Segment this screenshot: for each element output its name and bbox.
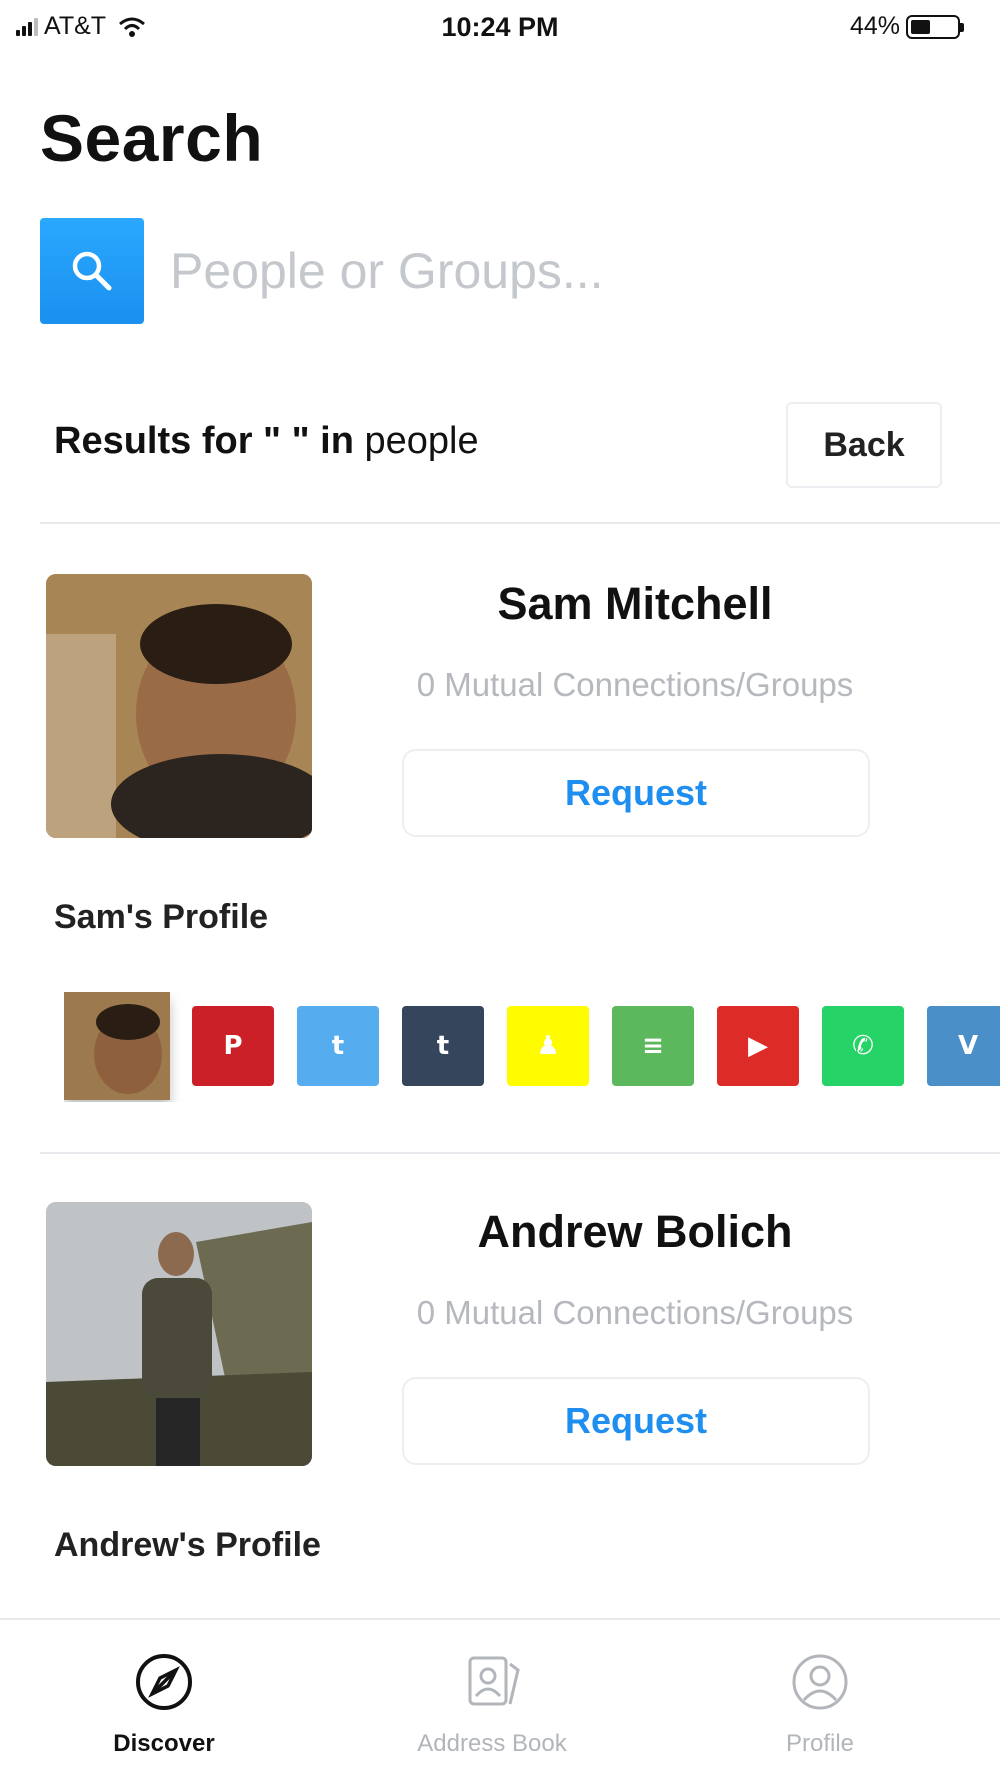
tab-label: Profile <box>785 1730 855 1757</box>
tab-discover[interactable]: Discover <box>44 1630 284 1770</box>
battery-percent: 44% <box>849 12 900 40</box>
mutual-count: 0 Mutual Connections/Groups <box>416 1294 854 1331</box>
avatar-photo <box>46 1202 312 1466</box>
profile-label[interactable]: Sam's Profile <box>54 898 268 937</box>
person-name: Andrew Bolich <box>477 1206 793 1257</box>
compass-icon <box>136 1654 192 1710</box>
tab-label: Discover <box>113 1730 215 1757</box>
profile-label[interactable]: Andrew's Profile <box>54 1526 321 1565</box>
messages-icon[interactable]: ≡ <box>612 1006 694 1086</box>
search-button[interactable] <box>40 218 144 324</box>
phone-icon[interactable]: ✆ <box>822 1006 904 1086</box>
profile-thumbnail[interactable] <box>64 992 170 1100</box>
pinterest-icon[interactable]: P <box>192 1006 274 1086</box>
youtube-icon[interactable]: ▶ <box>717 1006 799 1086</box>
results-prefix: Results for " " in <box>54 420 354 462</box>
person-name: Sam Mitchell <box>497 578 773 629</box>
results-header: Results for " " in people <box>54 420 479 463</box>
bottom-nav: Discover Address Book Profile <box>0 1618 1000 1778</box>
page-title: Search <box>40 101 264 175</box>
request-button[interactable]: Request <box>402 749 870 837</box>
avatar[interactable] <box>46 1202 312 1466</box>
divider <box>40 522 1000 524</box>
search-bar <box>40 218 960 324</box>
battery-icon <box>906 14 964 39</box>
avatar[interactable] <box>46 574 312 838</box>
vimeo-icon[interactable]: V <box>927 1006 1000 1086</box>
battery-group: 44% <box>849 12 964 41</box>
status-bar: AT&T 10:24 PM 44% <box>0 0 1000 58</box>
request-button[interactable]: Request <box>402 1377 870 1465</box>
mutual-count: 0 Mutual Connections/Groups <box>416 666 854 703</box>
tab-profile[interactable]: Profile <box>700 1630 940 1770</box>
social-links-row: Pt t ♟ ≡ ▶ ✆ V <box>64 992 1000 1102</box>
snapchat-icon[interactable]: ♟ <box>507 1006 589 1086</box>
divider <box>40 1152 1000 1154</box>
address-book-icon <box>468 1656 520 1706</box>
avatar-photo <box>46 574 312 838</box>
search-icon <box>72 251 112 291</box>
tumblr-icon[interactable]: t <box>402 1006 484 1086</box>
search-input[interactable] <box>170 242 930 300</box>
profile-icon <box>792 1654 848 1710</box>
twitter-icon[interactable]: t <box>297 1006 379 1086</box>
tab-label: Address Book <box>417 1730 567 1757</box>
results-scope: people <box>353 420 479 462</box>
back-button[interactable]: Back <box>786 402 942 488</box>
tab-address-book[interactable]: Address Book <box>372 1630 612 1770</box>
